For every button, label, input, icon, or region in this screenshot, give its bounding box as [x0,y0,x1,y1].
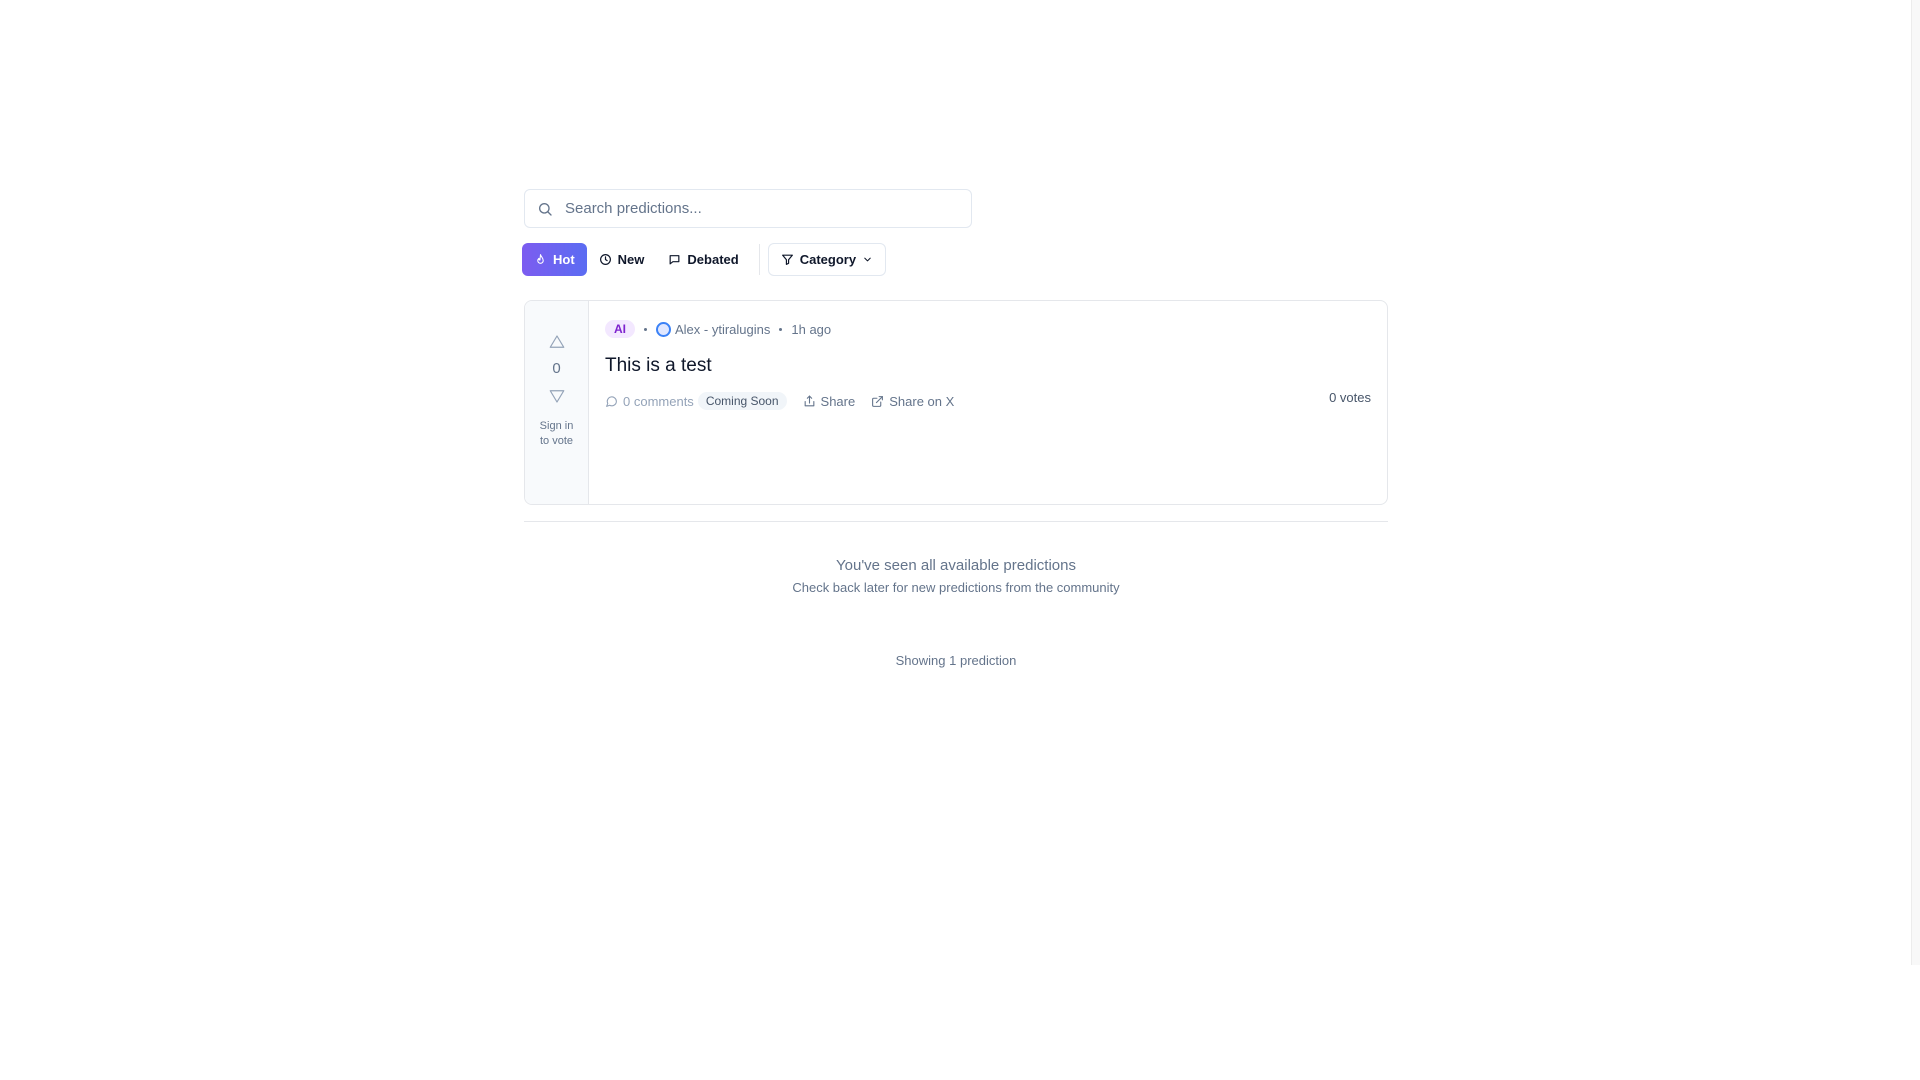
sign-in-to-vote-hint: Sign in to vote [539,420,574,447]
sort-filter-bar: Hot New Debated Category [522,243,1388,284]
coming-soon-badge: Coming Soon [697,392,787,410]
comment-icon [606,395,617,407]
category-dropdown[interactable]: Category [767,243,887,276]
author[interactable]: Alex - ytiralugins [656,321,771,337]
comments-label: 0 comments [623,393,694,409]
message-icon [669,255,680,265]
scrollbar[interactable] [1911,0,1920,965]
votes-total: 0 votes [1329,390,1371,405]
comments-button: 0 comments [605,394,694,409]
share-icon [804,395,814,406]
search-input[interactable] [525,190,971,227]
search-icon [539,203,552,216]
meta-separator [779,327,783,331]
category-label: Category [799,252,857,267]
tab-new-label: New [617,252,645,267]
vote-column: 0 Sign in to vote [525,301,589,504]
search-box [524,189,972,228]
meta-separator [644,327,647,331]
feed-container: Hot New Debated Category 0 Sign in to vo… [522,189,1388,668]
feed-end-title: You've seen all available predictions [836,557,1076,574]
feed-end-subtitle: Check back later for new predictions fro… [792,580,1120,595]
active-tab-indicator [524,276,585,284]
category-badge[interactable]: AI [605,320,635,338]
showing-count: Showing 1 prediction [895,653,1017,668]
post-title[interactable]: This is a test [605,354,1371,378]
filter-divider [758,244,760,275]
feed-divider [524,521,1388,522]
share-label: Share [820,393,856,409]
share-button[interactable]: Share [803,393,856,409]
share-on-x-label: Share on X [889,393,955,409]
tab-hot[interactable]: Hot [522,243,587,276]
chevron-down-icon [864,257,871,262]
tab-debated-label: Debated [687,252,739,267]
downvote-icon[interactable] [548,387,566,405]
post-meta: AI Alex - ytiralugins 1h ago [605,319,1371,339]
external-link-icon [872,395,884,407]
post-actions: 0 comments Coming Soon Share Share on X [605,391,1371,411]
card-content: AI Alex - ytiralugins 1h ago This is a t… [589,301,1387,504]
avatar [656,321,671,337]
upvote-icon[interactable] [548,333,566,351]
vote-count: 0 [552,360,561,377]
tab-hot-label: Hot [553,252,575,267]
clock-icon [599,254,611,265]
share-on-x-button[interactable]: Share on X [871,394,954,409]
filter-icon [781,254,793,265]
tab-new[interactable]: New [587,243,657,276]
prediction-card[interactable]: 0 Sign in to vote AI Alex - ytiralugins … [524,300,1388,505]
author-name: Alex - ytiralugins [675,321,771,337]
tab-debated[interactable]: Debated [656,243,750,276]
flame-icon [537,254,544,264]
post-time: 1h ago [791,321,832,337]
